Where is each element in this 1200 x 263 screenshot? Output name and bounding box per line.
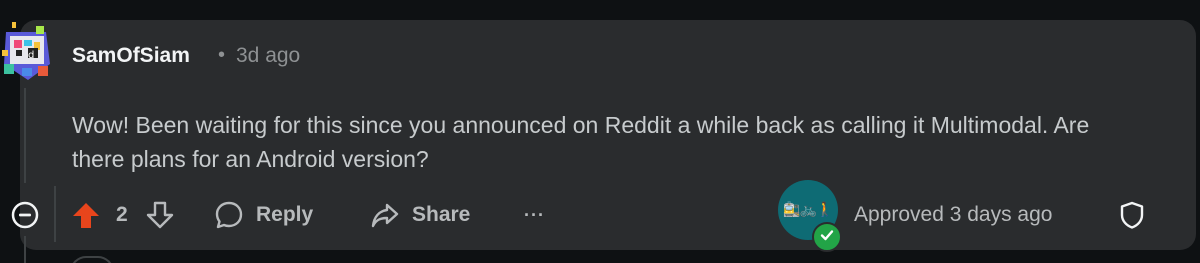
reply-thread-curve	[70, 256, 114, 263]
arrow-up-icon	[70, 199, 102, 231]
approval-status: Approved 3 days ago	[854, 203, 1053, 226]
collapse-minus-icon[interactable]	[10, 200, 40, 230]
approved-badge	[812, 222, 842, 252]
timestamp[interactable]: 3d ago	[236, 44, 300, 68]
more-options-button[interactable]: ···	[524, 196, 545, 234]
speech-bubble-icon	[214, 200, 244, 230]
vote-count: 2	[116, 203, 128, 226]
checkmark-icon	[819, 227, 835, 248]
ellipsis-icon: ···	[524, 204, 545, 225]
thread-line-bottom	[24, 236, 26, 263]
separator-dot: •	[218, 44, 226, 66]
svg-text:d: d	[28, 50, 34, 61]
user-avatar[interactable]: d	[0, 22, 56, 84]
thread-line	[24, 88, 26, 183]
upvote-button[interactable]	[70, 196, 102, 234]
arrow-down-icon	[144, 199, 176, 231]
downvote-button[interactable]	[144, 196, 176, 234]
reply-thread-line	[54, 186, 56, 242]
share-button[interactable]: Share	[370, 196, 470, 234]
mod-transit-icons: 🚉🚲🚶	[783, 202, 833, 218]
share-arrow-icon	[370, 200, 400, 230]
shield-icon[interactable]	[1118, 200, 1146, 230]
username[interactable]: SamOfSiam	[72, 44, 190, 68]
reply-label: Reply	[256, 203, 314, 226]
comment-body: Wow! Been waiting for this since you ann…	[72, 112, 1090, 172]
share-label: Share	[412, 203, 471, 226]
reply-button[interactable]: Reply	[214, 196, 313, 234]
comment-thread: d SamOfSiam • 3d ago Wow! Been waiting f…	[0, 0, 1200, 263]
